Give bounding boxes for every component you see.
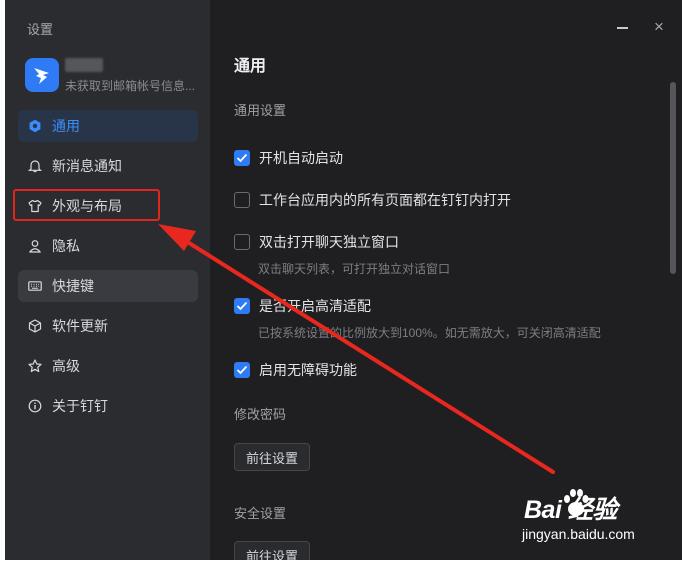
sidebar-item-notifications[interactable]: 新消息通知	[18, 150, 198, 182]
checkbox-checked[interactable]	[234, 150, 250, 166]
bell-icon	[28, 159, 42, 173]
sidebar-item-label: 新消息通知	[52, 158, 122, 174]
scrollbar[interactable]	[670, 80, 676, 550]
profile-subtitle: 未获取到邮箱帐号信息...	[65, 79, 196, 93]
option-description: 已按系统设置的比例放大到100%。如无需放大，可关闭高清适配	[258, 326, 601, 340]
sidebar-item-label: 关于钉钉	[52, 398, 108, 414]
checkbox-unchecked[interactable]	[234, 234, 250, 250]
keyboard-icon	[28, 279, 42, 293]
close-button[interactable]: ×	[654, 18, 664, 35]
profile-name-blurred	[65, 58, 103, 72]
main-panel: 通用 通用设置 开机自动启动 工作台应用内的所有页面都在钉钉内打开 双击打开聊天…	[234, 0, 654, 560]
option-auto-start[interactable]: 开机自动启动	[234, 148, 343, 168]
sidebar-item-general[interactable]: 通用	[18, 110, 198, 142]
cube-icon	[28, 319, 42, 333]
check-icon	[236, 153, 248, 163]
app-logo	[25, 58, 59, 92]
security-settings-button[interactable]: 前往设置	[234, 541, 311, 560]
option-label: 是否开启高清适配	[259, 298, 371, 314]
section-title-general: 通用设置	[234, 103, 287, 118]
watermark-url: jingyan.baidu.com	[522, 526, 635, 542]
option-label: 开机自动启动	[259, 150, 343, 166]
option-description: 双击聊天列表，可打开独立对话窗口	[258, 262, 451, 276]
check-icon	[236, 365, 248, 375]
option-label: 启用无障碍功能	[259, 362, 357, 378]
option-accessibility[interactable]: 启用无障碍功能	[234, 360, 357, 380]
sidebar-item-label: 软件更新	[52, 318, 108, 334]
settings-icon	[28, 119, 42, 133]
sidebar-item-label: 隐私	[52, 238, 80, 254]
option-hd-adapt[interactable]: 是否开启高清适配	[234, 296, 371, 316]
sidebar: 设置 未获取到邮箱帐号信息... 通用 新消息通知 外观与布局 隐私 快捷键 软…	[5, 0, 210, 560]
sidebar-item-label: 通用	[52, 118, 80, 134]
info-icon	[28, 399, 42, 413]
sidebar-item-advanced[interactable]: 高级	[18, 350, 198, 382]
dingtalk-logo-icon	[34, 68, 49, 84]
sidebar-item-about[interactable]: 关于钉钉	[18, 390, 198, 422]
sidebar-item-shortcuts[interactable]: 快捷键	[18, 270, 198, 302]
user-icon	[28, 239, 42, 253]
page-title: 通用	[234, 58, 267, 75]
sidebar-item-label: 高级	[52, 358, 80, 374]
option-open-in-dingtalk[interactable]: 工作台应用内的所有页面都在钉钉内打开	[234, 190, 511, 210]
paw-icon	[564, 489, 589, 516]
checkbox-unchecked[interactable]	[234, 192, 250, 208]
annotation-highlight-box	[13, 189, 160, 221]
option-label: 双击打开聊天独立窗口	[259, 234, 399, 250]
option-double-click-window[interactable]: 双击打开聊天独立窗口	[234, 232, 399, 252]
profile[interactable]: 未获取到邮箱帐号信息...	[25, 58, 210, 94]
sidebar-item-privacy[interactable]: 隐私	[18, 230, 198, 262]
baidu-jingyan-watermark: Bai 经验 jingyan.baidu.com	[518, 486, 678, 552]
checkbox-checked[interactable]	[234, 298, 250, 314]
window-title: 设置	[27, 22, 54, 37]
settings-window: 设置 未获取到邮箱帐号信息... 通用 新消息通知 外观与布局 隐私 快捷键 软…	[5, 0, 682, 560]
password-settings-button[interactable]: 前往设置	[234, 443, 311, 471]
section-title-security: 安全设置	[234, 506, 287, 521]
sidebar-nav: 通用 新消息通知 外观与布局 隐私 快捷键 软件更新 高级 关于钉钉	[18, 110, 198, 430]
sidebar-item-updates[interactable]: 软件更新	[18, 310, 198, 342]
sidebar-item-label: 快捷键	[52, 278, 94, 294]
option-label: 工作台应用内的所有页面都在钉钉内打开	[259, 192, 511, 208]
scrollbar-thumb[interactable]	[670, 82, 676, 274]
star-icon	[28, 359, 42, 373]
section-title-password: 修改密码	[234, 407, 287, 422]
checkbox-checked[interactable]	[234, 362, 250, 378]
check-icon	[236, 301, 248, 311]
